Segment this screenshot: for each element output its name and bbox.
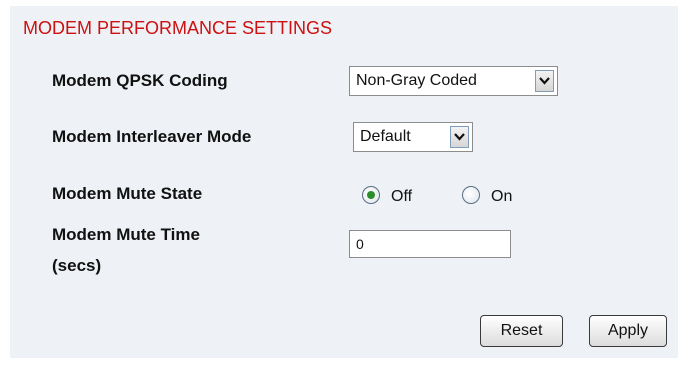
mute-off-label: Off <box>391 188 413 205</box>
qpsk-coding-value: Non-Gray Coded <box>356 72 477 89</box>
mute-on-radio[interactable] <box>462 186 480 204</box>
mute-time-label: Modem Mute Time <box>52 225 200 244</box>
interleaver-mode-select[interactable]: Default <box>353 122 473 152</box>
chevron-down-icon[interactable] <box>450 126 469 148</box>
mute-off-radio[interactable] <box>362 186 380 204</box>
settings-panel <box>10 6 678 358</box>
chevron-down-icon[interactable] <box>535 70 554 92</box>
apply-button[interactable]: Apply <box>589 315 667 347</box>
mute-time-input[interactable] <box>349 230 511 258</box>
mute-on-label: On <box>491 188 513 205</box>
qpsk-coding-select[interactable]: Non-Gray Coded <box>349 66 558 96</box>
qpsk-coding-label: Modem QPSK Coding <box>52 71 228 90</box>
interleaver-mode-label: Modem Interleaver Mode <box>52 127 252 146</box>
interleaver-mode-value: Default <box>360 128 411 145</box>
radio-selected-dot <box>367 191 375 199</box>
mute-time-unit-label: (secs) <box>52 256 102 275</box>
reset-button[interactable]: Reset <box>480 315 563 347</box>
mute-state-label: Modem Mute State <box>52 184 203 203</box>
section-title: MODEM PERFORMANCE SETTINGS <box>23 18 333 38</box>
